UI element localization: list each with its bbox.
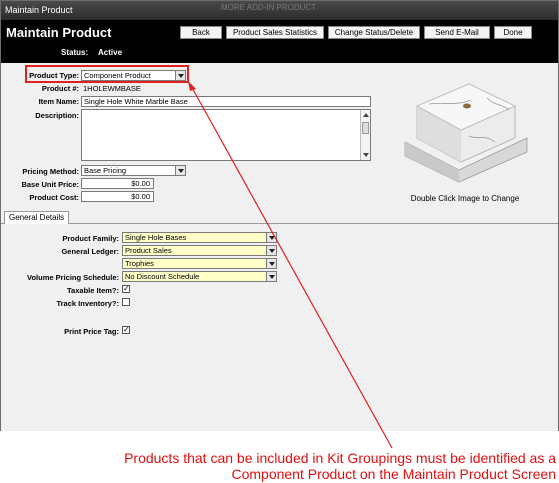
general-ledger-label: General Ledger: — [61, 247, 119, 256]
product-cost-input[interactable]: $0.00 — [81, 191, 154, 202]
status-value: Active — [98, 48, 123, 57]
general-details-panel: Product Family: Single Hole Bases Genera… — [1, 224, 558, 431]
print-price-tag-label: Print Price Tag: — [64, 327, 119, 336]
scroll-thumb[interactable] — [362, 122, 369, 134]
general-ledger-dropdown-icon[interactable] — [266, 245, 277, 256]
page-title: Maintain Product — [6, 25, 112, 40]
image-caption: Double Click Image to Change — [410, 194, 520, 203]
item-name-label: Item Name: — [38, 97, 79, 106]
base-unit-price-input[interactable]: $0.00 — [81, 178, 154, 189]
description-label: Description: — [35, 111, 79, 120]
ledger-secondary-select[interactable]: Trophies — [122, 258, 267, 269]
annotation-line-1: Products that can be included in Kit Gro… — [124, 450, 556, 466]
product-family-label: Product Family: — [62, 234, 119, 243]
product-family-dropdown-icon[interactable] — [266, 232, 277, 243]
window-titlebar: Maintain Product MORE ADD-IN PRODUCT — [1, 1, 558, 20]
taxable-checkbox[interactable]: ✓ — [122, 285, 130, 293]
ledger-secondary-dropdown-icon[interactable] — [266, 258, 277, 269]
track-inventory-label: Track Inventory?: — [56, 299, 119, 308]
volume-pricing-label: Volume Pricing Schedule: — [27, 273, 119, 282]
scroll-down-icon[interactable] — [363, 153, 369, 157]
product-sales-statistics-button[interactable]: Product Sales Statistics — [226, 26, 324, 39]
product-cost-label: Product Cost: — [29, 193, 79, 202]
window-ghost-title: MORE ADD-IN PRODUCT — [221, 3, 317, 12]
description-textarea[interactable] — [81, 109, 371, 161]
product-family-select[interactable]: Single Hole Bases — [122, 232, 267, 243]
base-unit-price-label: Base Unit Price: — [21, 180, 79, 189]
taxable-label: Taxable Item?: — [67, 286, 119, 295]
tab-general-details[interactable]: General Details — [4, 211, 70, 225]
status-label: Status: — [61, 48, 89, 57]
general-ledger-select[interactable]: Product Sales — [122, 245, 267, 256]
product-number-label: Product #: — [41, 84, 79, 93]
item-name-input[interactable]: Single Hole White Marble Base — [81, 96, 371, 107]
done-button[interactable]: Done — [494, 26, 532, 39]
send-email-button[interactable]: Send E-Mail — [424, 26, 490, 39]
back-button[interactable]: Back — [180, 26, 222, 39]
page-header: Maintain Product Status: Active Back Pro… — [1, 20, 558, 63]
product-number-value: 1HOLEWMBASE — [83, 84, 141, 93]
pricing-method-dropdown-icon[interactable] — [175, 165, 186, 176]
pricing-method-select[interactable]: Base Pricing — [81, 165, 176, 176]
product-type-callout-box — [25, 65, 189, 83]
scroll-up-icon[interactable] — [363, 113, 369, 117]
marble-base-image[interactable] — [399, 76, 533, 184]
change-status-delete-button[interactable]: Change Status/Delete — [328, 26, 420, 39]
volume-pricing-dropdown-icon[interactable] — [266, 271, 277, 282]
annotation-line-2: Component Product on the Maintain Produc… — [231, 466, 556, 482]
pricing-method-label: Pricing Method: — [22, 167, 79, 176]
annotation-caption: Products that can be included in Kit Gro… — [0, 450, 559, 482]
print-price-tag-checkbox[interactable]: ✓ — [122, 326, 130, 334]
window-title: Maintain Product — [5, 5, 73, 15]
track-inventory-checkbox[interactable] — [122, 298, 130, 306]
description-scrollbar[interactable] — [360, 110, 370, 160]
tab-strip: General Details — [1, 210, 558, 225]
volume-pricing-select[interactable]: No Discount Schedule — [122, 271, 267, 282]
